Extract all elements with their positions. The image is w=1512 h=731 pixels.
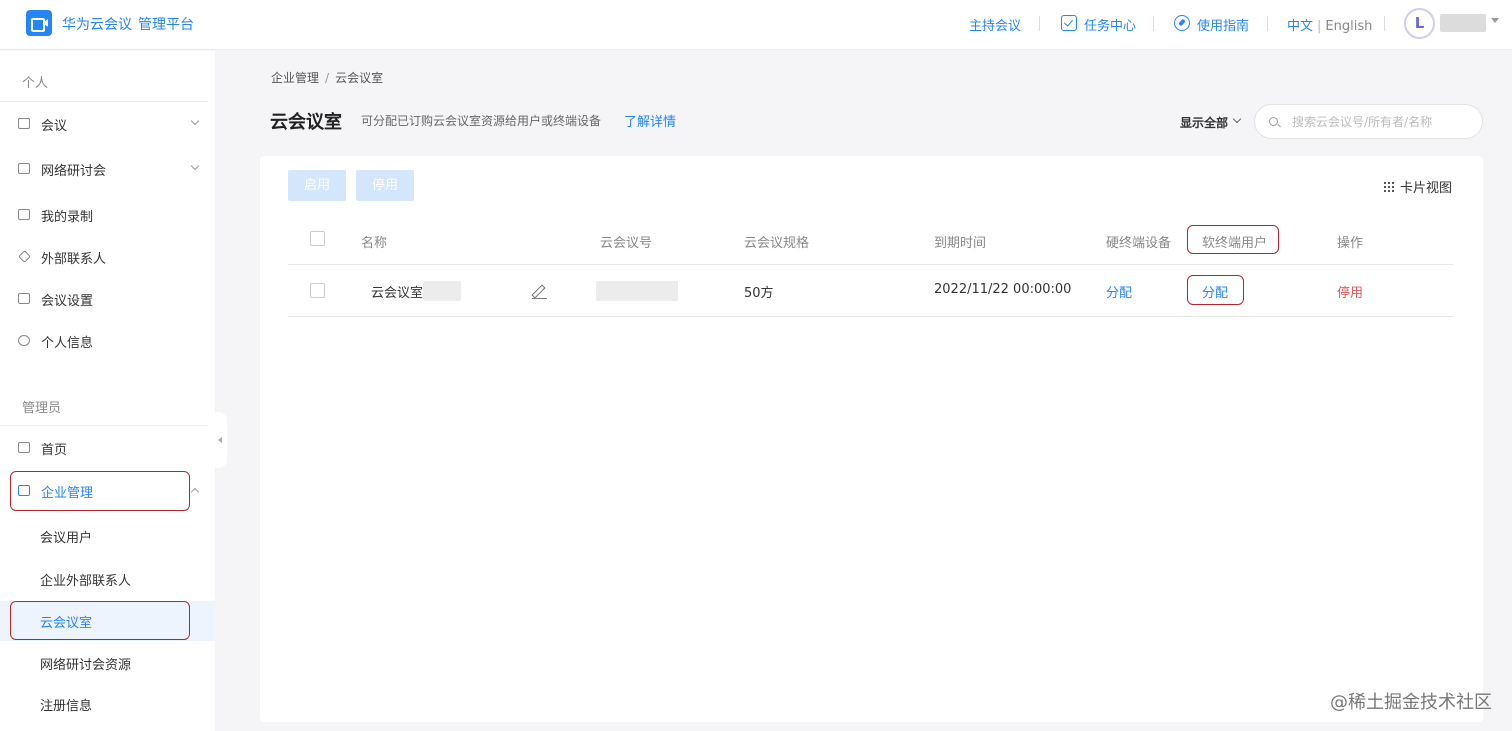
username-redacted[interactable] xyxy=(1440,14,1486,32)
assign-hard-terminal-link[interactable]: 分配 xyxy=(1106,282,1132,301)
chevron-down-icon xyxy=(190,116,200,126)
section-title-admin: 管理员 xyxy=(22,401,62,416)
learn-more-link[interactable]: 了解详情 xyxy=(624,111,676,130)
enable-button[interactable]: 启用 xyxy=(288,170,346,201)
sidebar-item-label: 会议 xyxy=(41,119,68,134)
breadcrumb-item-current: 云会议室 xyxy=(335,71,384,85)
chevron-down-icon xyxy=(190,161,200,171)
section-title-personal: 个人 xyxy=(22,76,49,91)
select-all-checkbox[interactable] xyxy=(310,231,325,246)
header-divider xyxy=(1153,16,1154,31)
webinar-icon xyxy=(18,163,30,174)
sidebar-item-personal-info[interactable]: 个人信息 xyxy=(0,321,215,361)
record-icon xyxy=(18,209,30,220)
lang-english[interactable]: English xyxy=(1325,19,1372,34)
settings-icon xyxy=(18,293,30,304)
sidebar-item-label: 外部联系人 xyxy=(41,252,107,267)
brand-name: 华为云会议 xyxy=(62,17,132,33)
content-card: 启用 停用 卡片视图 名称 云会议号 云会议规格 到期时间 硬终端设备 软终端用… xyxy=(260,156,1483,722)
sidebar-item-label: 首页 xyxy=(41,443,68,458)
sidebar-collapse-handle[interactable] xyxy=(213,412,227,468)
sidebar-subitem-enterprise-external-contacts[interactable]: 企业外部联系人 xyxy=(0,559,215,599)
chevron-up-icon xyxy=(190,487,200,497)
home-icon xyxy=(18,442,30,453)
task-check-icon xyxy=(1061,15,1077,31)
room-spec: 50方 xyxy=(744,286,774,301)
meeting-id-redacted xyxy=(596,281,678,301)
search-box[interactable] xyxy=(1254,104,1483,139)
sidebar-item-meetings[interactable]: 会议 xyxy=(0,104,215,144)
sidebar-subitem-webinar-resources[interactable]: 网络研讨会资源 xyxy=(0,643,215,683)
column-header-expiry: 到期时间 xyxy=(934,236,987,251)
task-center-link[interactable]: 任务中心 xyxy=(1084,15,1136,34)
row-checkbox[interactable] xyxy=(310,283,325,298)
room-name: 云会议室 xyxy=(371,286,424,301)
header-divider xyxy=(1039,16,1040,31)
show-all-filter[interactable]: 显示全部 xyxy=(1180,114,1228,131)
sidebar-item-label: 我的录制 xyxy=(41,210,94,225)
highlight-box xyxy=(1187,275,1244,305)
highlight-box xyxy=(10,471,190,511)
sidebar-item-webinar[interactable]: 网络研讨会 xyxy=(0,149,215,189)
sidebar: 个人 会议 网络研讨会 我的录制 外部联系人 会议设置 个人信息 管理员 首页 … xyxy=(0,51,215,731)
sidebar-item-my-recordings[interactable]: 我的录制 xyxy=(0,195,215,235)
sidebar-subitem-label: 网络研讨会资源 xyxy=(40,658,132,673)
column-header-spec: 云会议规格 xyxy=(744,236,810,251)
column-header-meeting-id: 云会议号 xyxy=(600,236,653,251)
expiry-time: 2022/11/22 00:00:00 xyxy=(934,282,1072,297)
sidebar-item-meeting-settings[interactable]: 会议设置 xyxy=(0,279,215,319)
disable-room-link[interactable]: 停用 xyxy=(1337,282,1363,301)
sidebar-subitem-label: 注册信息 xyxy=(40,699,93,714)
sidebar-item-external-contacts[interactable]: 外部联系人 xyxy=(0,237,215,277)
user-guide-link[interactable]: 使用指南 xyxy=(1197,15,1249,34)
search-icon xyxy=(1269,117,1278,126)
user-icon xyxy=(18,335,30,346)
chevron-down-icon[interactable] xyxy=(1232,114,1242,124)
sidebar-subitem-registration-info[interactable]: 注册信息 xyxy=(0,684,215,724)
lang-separator: | xyxy=(1317,19,1322,34)
sidebar-item-label: 个人信息 xyxy=(41,336,94,351)
disable-button[interactable]: 停用 xyxy=(356,170,414,201)
lang-chinese[interactable]: 中文 xyxy=(1287,19,1313,34)
host-meeting-link[interactable]: 主持会议 xyxy=(969,15,1021,34)
huawei-cloud-meeting-logo-icon[interactable] xyxy=(26,10,52,36)
divider xyxy=(0,425,208,426)
room-name-redacted xyxy=(423,281,461,301)
sidebar-subitem-label: 会议用户 xyxy=(40,531,93,546)
watermark: @稀土掘金技术社区 xyxy=(1330,692,1492,713)
sidebar-item-label: 网络研讨会 xyxy=(41,164,107,179)
divider xyxy=(0,101,208,102)
breadcrumb: 企业管理 / 云会议室 xyxy=(271,69,383,86)
grid-icon[interactable] xyxy=(1384,182,1395,193)
table-header: 名称 云会议号 云会议规格 到期时间 硬终端设备 软终端用户 操作 xyxy=(288,220,1453,265)
table-row: 云会议室 50方 2022/11/22 00:00:00 分配 分配 停用 xyxy=(288,266,1453,317)
page-description: 可分配已订购云会议室资源给用户或终端设备 xyxy=(361,114,602,128)
calendar-icon xyxy=(18,118,30,129)
sidebar-subitem-meeting-users[interactable]: 会议用户 xyxy=(0,516,215,556)
sidebar-item-label: 会议设置 xyxy=(41,294,94,309)
contact-icon xyxy=(18,250,31,263)
page-title: 云会议室 xyxy=(270,112,342,133)
search-input[interactable] xyxy=(1292,113,1472,131)
sidebar-item-home[interactable]: 首页 xyxy=(0,428,215,468)
card-view-toggle[interactable]: 卡片视图 xyxy=(1400,177,1452,196)
brand-subtitle: 管理平台 xyxy=(138,17,194,33)
compass-icon xyxy=(1174,15,1190,31)
breadcrumb-item-enterprise[interactable]: 企业管理 xyxy=(271,71,319,85)
breadcrumb-separator: / xyxy=(325,71,330,85)
column-header-operation: 操作 xyxy=(1337,236,1364,251)
sidebar-subitem-label: 企业外部联系人 xyxy=(40,574,132,589)
brand-title[interactable]: 华为云会议 管理平台 xyxy=(62,14,194,34)
header-divider xyxy=(1384,16,1385,31)
chevron-down-icon[interactable] xyxy=(1491,18,1499,23)
avatar[interactable]: L xyxy=(1404,8,1435,39)
highlight-box xyxy=(1187,225,1279,254)
column-header-name: 名称 xyxy=(361,236,388,251)
top-header: 华为云会议 管理平台 主持会议 任务中心 使用指南 中文 | English L xyxy=(0,0,1512,50)
highlight-box xyxy=(10,601,190,640)
header-divider xyxy=(1267,16,1268,31)
edit-icon[interactable] xyxy=(532,284,547,300)
language-switcher: 中文 | English xyxy=(1287,15,1372,34)
column-header-hard-terminal: 硬终端设备 xyxy=(1106,236,1172,251)
